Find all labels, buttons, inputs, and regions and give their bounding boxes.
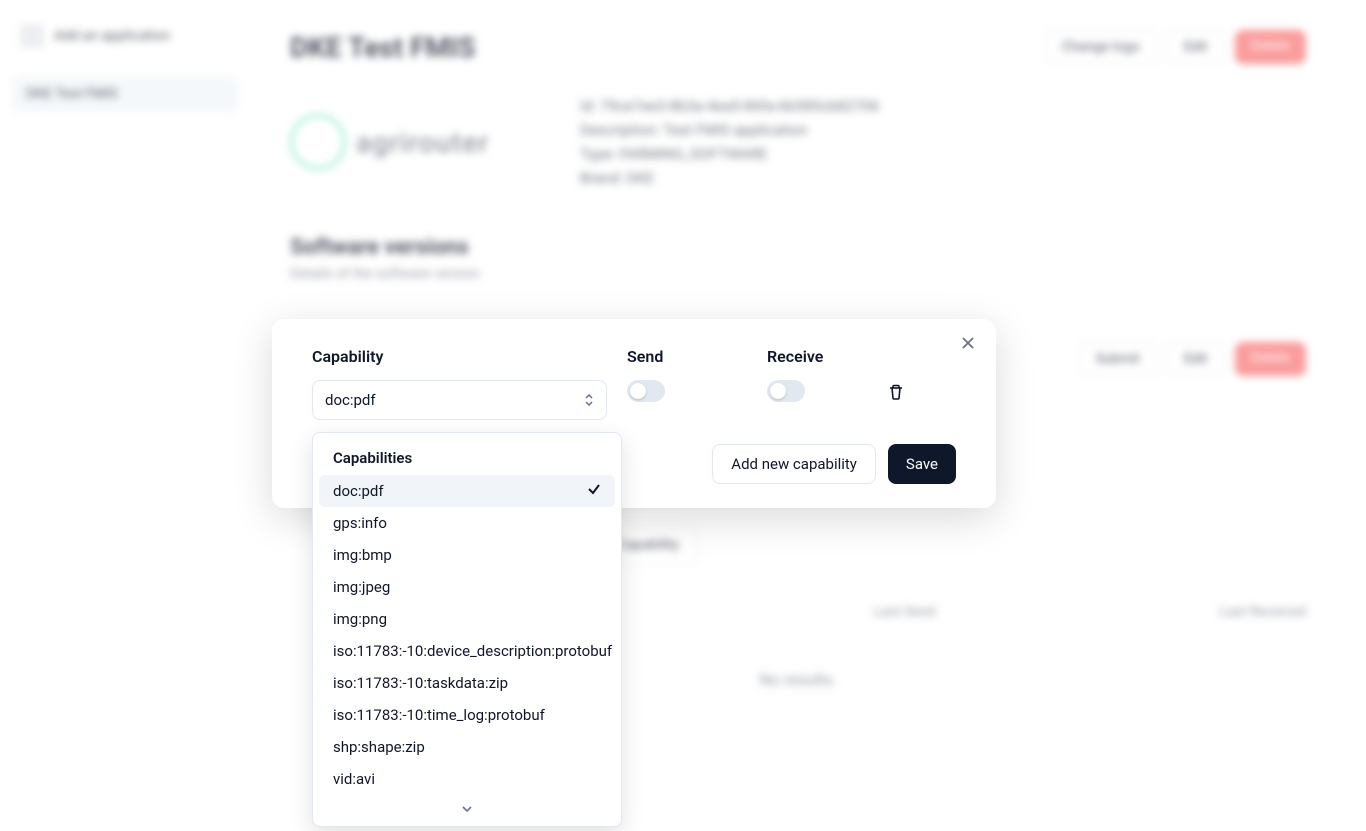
dropdown-item-label: iso:11783:-10:time_log:protobuf xyxy=(333,706,545,724)
dropdown-item[interactable]: img:jpeg xyxy=(319,571,615,603)
dropdown-item-label: gps:info xyxy=(333,514,387,532)
trash-col xyxy=(887,347,917,401)
dropdown-item[interactable]: iso:11783:-10:device_description:protobu… xyxy=(319,635,615,667)
dropdown-item[interactable]: iso:11783:-10:taskdata:zip xyxy=(319,667,615,699)
add-new-capability-button[interactable]: Add new capability xyxy=(712,444,876,484)
send-toggle[interactable] xyxy=(627,380,665,402)
save-button[interactable]: Save xyxy=(888,444,956,484)
dropdown-item-label: vid:avi xyxy=(333,770,375,788)
capability-select[interactable]: doc:pdf xyxy=(312,380,607,420)
close-icon[interactable] xyxy=(958,333,978,353)
dropdown-item-label: iso:11783:-10:device_description:protobu… xyxy=(333,642,612,660)
capability-col: Capability doc:pdf xyxy=(312,347,607,420)
dropdown-item[interactable]: vid:avi xyxy=(319,763,615,795)
dropdown-item-label: shp:shape:zip xyxy=(333,738,425,756)
dropdown-item[interactable]: img:png xyxy=(319,603,615,635)
dropdown-item[interactable]: iso:11783:-10:time_log:protobuf xyxy=(319,699,615,731)
dropdown-item-label: img:bmp xyxy=(333,546,392,564)
trash-icon[interactable] xyxy=(887,383,905,401)
dropdown-item-label: iso:11783:-10:taskdata:zip xyxy=(333,674,508,692)
dropdown-item-label: doc:pdf xyxy=(333,482,384,500)
capability-dropdown: Capabilities doc:pdf gps:info img:bmp img:j… xyxy=(312,432,622,827)
check-icon xyxy=(587,482,601,500)
select-caret-icon xyxy=(584,393,594,407)
send-col: Send xyxy=(627,347,747,402)
dropdown-header: Capabilities xyxy=(319,439,615,475)
capability-select-value: doc:pdf xyxy=(325,391,376,409)
receive-toggle[interactable] xyxy=(767,380,805,402)
dropdown-item[interactable]: shp:shape:zip xyxy=(319,731,615,763)
modal-fields-row: Capability doc:pdf Send Receive xyxy=(312,347,956,420)
dropdown-item-label: img:png xyxy=(333,610,387,628)
capability-label: Capability xyxy=(312,347,607,366)
send-label: Send xyxy=(627,347,747,366)
receive-col: Receive xyxy=(767,347,867,402)
dropdown-item-label: img:jpeg xyxy=(333,578,390,596)
dropdown-item[interactable]: img:bmp xyxy=(319,539,615,571)
receive-label: Receive xyxy=(767,347,867,366)
dropdown-list: doc:pdf gps:info img:bmp img:jpeg img:png iso… xyxy=(319,475,615,795)
dropdown-item[interactable]: gps:info xyxy=(319,507,615,539)
dropdown-item[interactable]: doc:pdf xyxy=(319,475,615,507)
chevron-down-icon[interactable] xyxy=(319,795,615,820)
